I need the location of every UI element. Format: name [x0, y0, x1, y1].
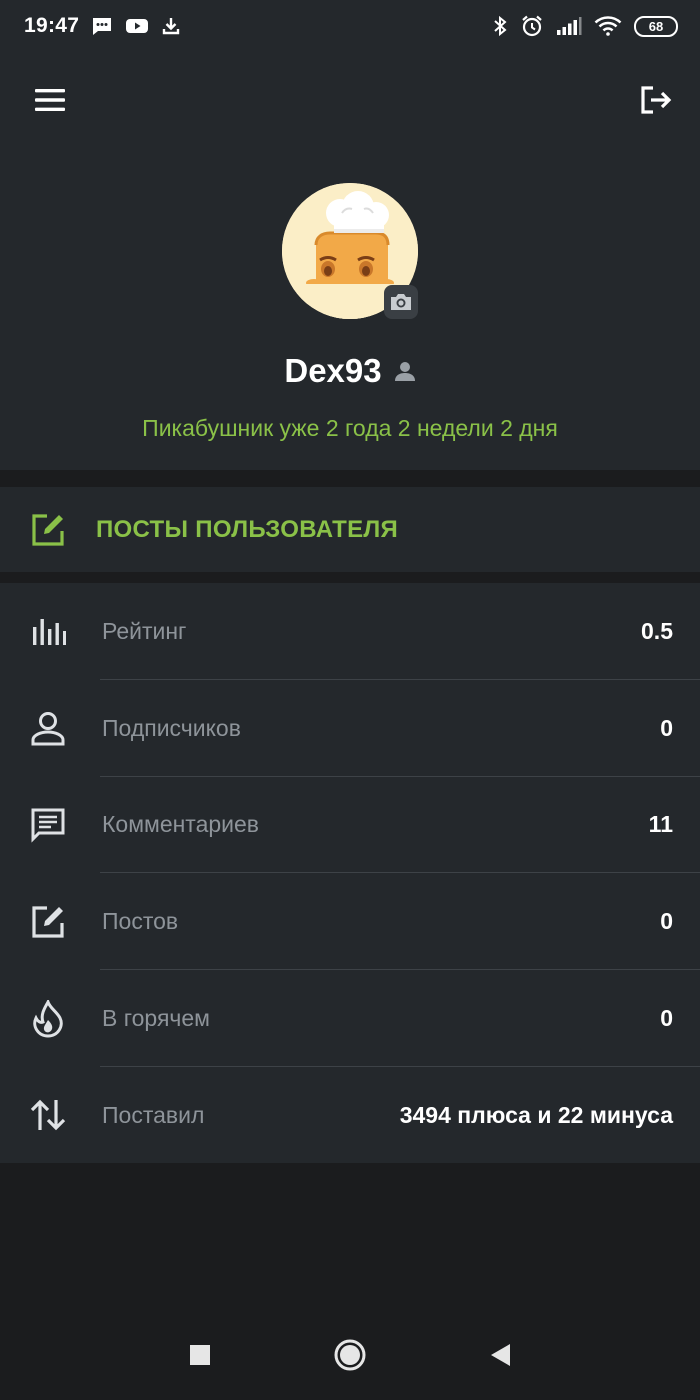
logout-icon [641, 86, 672, 114]
votes-icon [28, 1095, 68, 1135]
status-time: 19:47 [24, 14, 80, 37]
stat-label: Постов [102, 908, 179, 935]
message-icon [91, 16, 113, 36]
home-button[interactable] [330, 1335, 370, 1375]
stat-value: 3494 плюса и 22 минуса [399, 1101, 673, 1128]
hot-icon [28, 999, 68, 1039]
user-posts-button[interactable]: ПОСТЫ ПОЛЬЗОВАТЕЛЯ [0, 487, 700, 572]
stat-value: 11 [648, 811, 673, 838]
stat-label: Рейтинг [102, 617, 187, 644]
stat-row-rating: Рейтинг 0.5 [0, 583, 700, 680]
profile-header: Dex93 Пикабушник уже 2 года 2 недели 2 д… [0, 52, 700, 470]
logout-button[interactable] [636, 80, 676, 120]
stat-value: 0.5 [641, 617, 673, 644]
stat-label: Комментариев [102, 811, 260, 838]
bluetooth-icon [492, 15, 508, 37]
stat-row-posts: Постов 0 [0, 873, 700, 971]
back-button[interactable] [480, 1335, 520, 1375]
youtube-icon [125, 17, 149, 35]
stat-label: В горячем [102, 1005, 210, 1032]
back-triangle-icon [491, 1344, 510, 1366]
stat-row-subscribers: Подписчиков 0 [0, 680, 700, 777]
username-row: Dex93 [0, 352, 700, 390]
stat-label: Поставил [102, 1101, 205, 1128]
stat-value: 0 [660, 908, 673, 935]
stat-row-comments: Комментариев 11 [0, 777, 700, 874]
wifi-icon [594, 16, 622, 36]
signal-icon [556, 16, 582, 36]
alarm-icon [520, 14, 544, 38]
username: Dex93 [284, 352, 382, 389]
subscribers-icon [28, 708, 68, 748]
member-since: Пикабушник уже 2 года 2 недели 2 дня [142, 415, 558, 441]
stat-row-votes: Поставил 3494 плюса и 22 минуса [0, 1067, 700, 1164]
posts-icon [28, 902, 68, 942]
edit-icon [32, 513, 64, 546]
camera-icon[interactable] [384, 285, 418, 319]
user-posts-label: ПОСТЫ ПОЛЬЗОВАТЕЛЯ [96, 515, 399, 543]
circle-icon [334, 1339, 366, 1371]
comments-icon [28, 805, 68, 845]
stat-label: Подписчиков [102, 714, 241, 741]
battery-icon: 68 [634, 15, 678, 37]
menu-button[interactable] [30, 80, 70, 120]
download-icon [161, 16, 181, 36]
user-icon [394, 362, 415, 381]
rating-icon [28, 611, 68, 651]
hamburger-icon [35, 89, 65, 111]
square-icon [190, 1345, 210, 1365]
stat-value: 0 [660, 714, 673, 741]
avatar[interactable] [282, 183, 418, 319]
recents-button[interactable] [180, 1335, 220, 1375]
stat-row-hot: В горячем 0 [0, 970, 700, 1067]
status-bar: 19:47 68 [0, 0, 700, 52]
stats-list: Рейтинг 0.5 Подписчиков 0 Комментариев 1… [0, 583, 700, 1163]
system-nav-bar [0, 1310, 700, 1400]
stat-value: 0 [660, 1005, 673, 1032]
